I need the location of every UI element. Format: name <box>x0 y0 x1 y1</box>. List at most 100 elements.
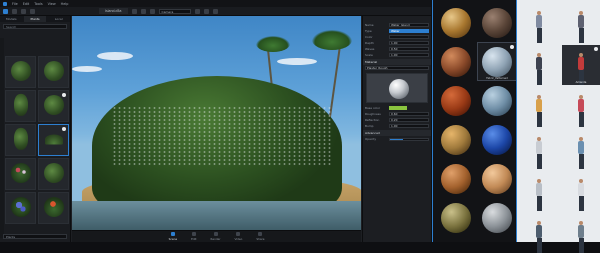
person-item[interactable] <box>562 213 600 253</box>
download-icon[interactable] <box>594 47 598 51</box>
camera-dropdown[interactable]: Camera <box>158 8 191 14</box>
material-item[interactable] <box>478 199 516 236</box>
material-item[interactable] <box>437 4 475 41</box>
depth-field[interactable]: 1.00 <box>389 40 429 46</box>
material-item[interactable] <box>437 121 475 158</box>
name-field[interactable]: Water_Island <box>389 22 429 28</box>
download-icon[interactable] <box>62 93 66 97</box>
material-item[interactable] <box>478 121 516 158</box>
mode-render-button[interactable]: Render <box>211 232 221 241</box>
person-item[interactable] <box>520 3 558 43</box>
white-flowers <box>112 106 332 166</box>
plant-item-selected[interactable] <box>38 124 69 156</box>
menu-tools[interactable]: Tools <box>34 2 42 6</box>
people-library-panel: Amanda <box>516 0 600 253</box>
undo-icon[interactable] <box>131 8 137 14</box>
material-name-field[interactable]: Plaster_Rough <box>365 65 429 71</box>
light-icon[interactable] <box>194 8 200 14</box>
scale-field[interactable]: 1.00 <box>389 52 429 58</box>
snap-icon[interactable] <box>149 8 155 14</box>
plant-item[interactable] <box>38 192 69 224</box>
roughness-field[interactable]: 0.60 <box>389 111 429 117</box>
plant-item[interactable] <box>38 90 69 122</box>
menu-help[interactable]: Help <box>61 2 69 6</box>
person-item[interactable] <box>562 129 600 169</box>
person-body <box>578 57 584 70</box>
prop-label: Name <box>365 23 374 27</box>
menu-file[interactable]: File <box>12 2 18 6</box>
download-icon[interactable] <box>62 127 66 131</box>
mode-label: Edit <box>191 237 197 241</box>
person-body <box>536 141 542 154</box>
type-dropdown[interactable]: Water <box>389 28 429 34</box>
plant-item[interactable] <box>38 158 69 190</box>
red-flower-thumbnail <box>43 197 64 217</box>
library-category-select[interactable]: Plants <box>3 234 67 239</box>
material-item[interactable]: Fabric_Patterned <box>477 42 517 81</box>
sun-icon[interactable] <box>203 8 209 14</box>
color-field[interactable] <box>389 34 429 40</box>
plant-item[interactable] <box>5 192 36 224</box>
person-item[interactable] <box>562 3 600 43</box>
person-item[interactable] <box>562 171 600 211</box>
settings-icon[interactable] <box>212 8 218 14</box>
material-item[interactable] <box>437 160 475 197</box>
material-sphere-thumbnail <box>482 7 512 38</box>
tab-plants[interactable]: Plants <box>23 16 47 22</box>
material-sphere-thumbnail <box>482 46 512 77</box>
mode-video-button[interactable]: Video <box>235 232 242 241</box>
person-item[interactable] <box>520 213 558 253</box>
mode-label: Scene <box>168 237 178 241</box>
plant-item[interactable] <box>38 56 69 88</box>
prop-label: Color <box>365 35 373 39</box>
library-tabs: Models Plants Local <box>0 16 70 22</box>
person-name: Amanda <box>575 81 587 84</box>
shrub-thumbnail <box>43 95 64 115</box>
opacity-slider[interactable] <box>389 137 429 141</box>
person-item[interactable] <box>520 87 558 127</box>
person-item[interactable]: Amanda <box>562 45 600 85</box>
material-item[interactable] <box>478 82 516 119</box>
person-item[interactable] <box>562 87 600 127</box>
mode-scene-button[interactable]: Scene <box>168 232 178 241</box>
material-item[interactable] <box>478 160 516 197</box>
material-item[interactable] <box>478 4 516 41</box>
reflection-field[interactable]: 0.20 <box>389 117 429 123</box>
redo-icon[interactable] <box>140 8 146 14</box>
person-figure <box>535 11 543 43</box>
tab-models[interactable]: Models <box>0 16 23 22</box>
move-tool-icon[interactable] <box>12 8 17 14</box>
person-legs <box>536 238 542 253</box>
material-item[interactable] <box>437 82 475 119</box>
menu-edit[interactable]: Edit <box>23 2 30 6</box>
scene-icon <box>170 232 175 236</box>
mode-share-button[interactable]: Share <box>256 232 264 241</box>
base-color-swatch[interactable] <box>389 106 407 110</box>
plant-item[interactable] <box>5 90 36 122</box>
person-item[interactable] <box>520 129 558 169</box>
plant-item[interactable] <box>5 56 36 88</box>
tab-local[interactable]: Local <box>47 16 70 22</box>
menu-view[interactable]: View <box>48 2 56 6</box>
rotate-tool-icon[interactable] <box>21 8 26 14</box>
material-item[interactable] <box>437 43 475 80</box>
select-tool-icon[interactable] <box>3 8 8 14</box>
person-item[interactable] <box>520 171 558 211</box>
material-preview <box>366 73 428 103</box>
3d-viewport[interactable] <box>72 16 361 230</box>
document-tab[interactable]: Island.d5a <box>99 8 128 14</box>
person-figure <box>577 179 585 211</box>
scale-tool-icon[interactable] <box>30 8 35 14</box>
download-icon[interactable] <box>510 45 514 49</box>
material-item[interactable] <box>437 199 475 236</box>
bump-field[interactable]: 1.00 <box>389 123 429 129</box>
person-item[interactable] <box>520 45 558 85</box>
person-legs <box>578 112 584 127</box>
mode-edit-button[interactable]: Edit <box>191 232 197 241</box>
plant-item[interactable] <box>5 158 36 190</box>
person-figure <box>535 179 543 211</box>
waves-field[interactable]: 0.50 <box>389 46 429 52</box>
plant-item[interactable] <box>5 124 36 156</box>
prop-label: Waves <box>365 47 375 51</box>
library-search-input[interactable]: Search <box>3 24 67 29</box>
